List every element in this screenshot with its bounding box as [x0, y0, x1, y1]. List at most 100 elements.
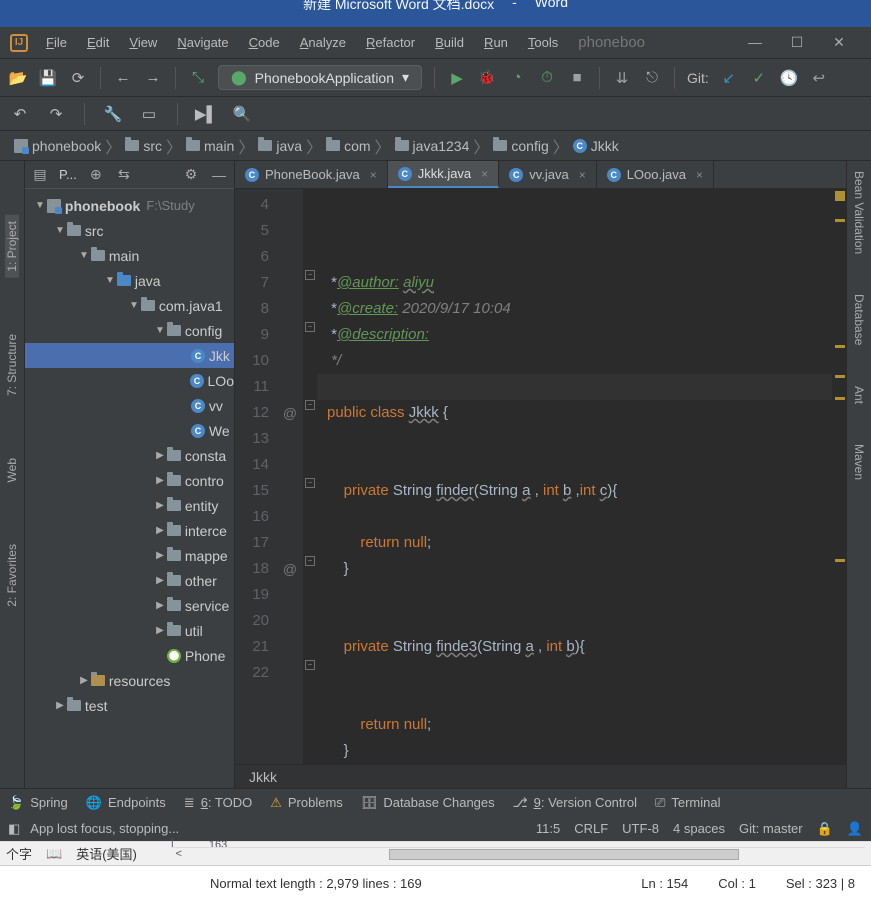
menu-refactor[interactable]: Refactor: [356, 31, 425, 54]
menu-view[interactable]: View: [119, 31, 167, 54]
debug-icon[interactable]: 🐞: [477, 68, 497, 88]
hide-panel-icon[interactable]: —: [210, 167, 228, 183]
word-spellcheck-icon[interactable]: 📖: [46, 846, 62, 862]
tree-LOo[interactable]: C LOo: [25, 368, 234, 393]
tree-We[interactable]: C We: [25, 418, 234, 443]
menu-run[interactable]: Run: [474, 31, 518, 54]
word-wordcount[interactable]: 个字: [6, 844, 32, 863]
indent[interactable]: 4 spaces: [673, 821, 725, 836]
project-dropdown-icon[interactable]: ▤: [31, 166, 49, 183]
tree-util[interactable]: ▶ util: [25, 618, 234, 643]
menu-build[interactable]: Build: [425, 31, 474, 54]
code-editor[interactable]: 45678910111213141516171819202122 @ @ −−−…: [235, 189, 846, 764]
toolwin-databasechanges[interactable]: 🗄Database Changes: [361, 795, 495, 811]
forward-icon[interactable]: →: [143, 68, 163, 88]
maximize-button[interactable]: ☐: [785, 34, 809, 51]
tree-interce[interactable]: ▶ interce: [25, 518, 234, 543]
crumb-java1234[interactable]: java1234: [389, 138, 476, 154]
fold-gutter[interactable]: −−−−−−: [303, 189, 317, 764]
tree-java[interactable]: ▼ java: [25, 268, 234, 293]
project-tree[interactable]: ▼ phonebookF:\Study▼ src▼ main▼ java▼ co…: [25, 189, 234, 788]
git-update-icon[interactable]: ↙: [719, 68, 739, 88]
tree-main[interactable]: ▼ main: [25, 243, 234, 268]
back-icon[interactable]: ←: [113, 68, 133, 88]
minimize-button[interactable]: —: [743, 34, 767, 51]
tab-vv.java[interactable]: Cvv.java×: [499, 161, 597, 188]
open-icon[interactable]: 📂: [8, 68, 28, 88]
line-sep[interactable]: CRLF: [574, 821, 608, 836]
coverage-icon[interactable]: ◔: [507, 68, 527, 88]
wrench-icon[interactable]: 🔧: [103, 104, 123, 124]
tool-maven[interactable]: Maven: [852, 438, 866, 486]
hscroll-left[interactable]: <: [171, 848, 187, 860]
run-icon[interactable]: ▶: [447, 68, 467, 88]
close-tab-icon[interactable]: ×: [370, 168, 377, 182]
save-icon[interactable]: 💾: [38, 68, 58, 88]
tree-vv[interactable]: C vv: [25, 393, 234, 418]
menu-tools[interactable]: Tools: [518, 31, 568, 54]
tree-Phone[interactable]: ⬤ Phone: [25, 643, 234, 668]
tree-service[interactable]: ▶ service: [25, 593, 234, 618]
settings-gear-icon[interactable]: ⚙: [182, 166, 200, 183]
crumb-src[interactable]: src: [119, 138, 168, 154]
profile-icon[interactable]: ⏱: [537, 68, 557, 88]
close-tab-icon[interactable]: ×: [579, 168, 586, 182]
word-language[interactable]: 英语(美国): [76, 844, 137, 863]
hscroll-thumb[interactable]: [389, 849, 739, 860]
tree-mappe[interactable]: ▶ mappe: [25, 543, 234, 568]
tree-other[interactable]: ▶ other: [25, 568, 234, 593]
close-tab-icon[interactable]: ×: [481, 167, 488, 181]
menu-code[interactable]: Code: [239, 31, 290, 54]
tree-root[interactable]: ▼ phonebookF:\Study: [25, 193, 234, 218]
close-tab-icon[interactable]: ×: [696, 168, 703, 182]
tool-project[interactable]: 1: Project: [5, 215, 19, 278]
menu-analyze[interactable]: Analyze: [290, 31, 356, 54]
undo-icon[interactable]: ↶: [10, 104, 30, 124]
menu-edit[interactable]: Edit: [77, 31, 119, 54]
git-branch[interactable]: Git: master: [739, 821, 803, 836]
presentation-icon[interactable]: ▶▌: [196, 104, 216, 124]
stop-icon[interactable]: ■: [567, 68, 587, 88]
toolwin-spring[interactable]: 🍃Spring: [8, 795, 68, 811]
tool-structure[interactable]: 7: Structure: [5, 328, 19, 402]
crumb-phonebook[interactable]: phonebook: [8, 138, 107, 154]
inspector-icon[interactable]: 👤: [847, 821, 863, 837]
menu-file[interactable]: File: [36, 31, 77, 54]
tree-resources[interactable]: ▶ resources: [25, 668, 234, 693]
lock-icon[interactable]: 🔒: [817, 821, 833, 837]
code-content[interactable]: *@author: aliyu *@create: 2020/9/17 10:0…: [317, 189, 846, 764]
toolwin-problems[interactable]: ⚠Problems: [270, 795, 343, 811]
tree-entity[interactable]: ▶ entity: [25, 493, 234, 518]
tool-ant[interactable]: Ant: [852, 380, 866, 410]
editor-breadcrumb[interactable]: Jkkk: [235, 764, 846, 788]
tool-beanvalidation[interactable]: Bean Validation: [852, 165, 866, 260]
refresh-icon[interactable]: ⟳: [68, 68, 88, 88]
toolwin-todo[interactable]: ≣6: TODO: [184, 795, 252, 811]
crumb-Jkkk[interactable]: CJkkk: [567, 138, 625, 154]
crumb-com[interactable]: com: [320, 138, 376, 154]
encoding[interactable]: UTF-8: [622, 821, 659, 836]
close-button[interactable]: ✕: [827, 34, 851, 51]
crumb-main[interactable]: main: [180, 138, 240, 154]
tab-PhoneBook.java[interactable]: CPhoneBook.java×: [235, 161, 388, 188]
toolwin-versioncontrol[interactable]: ⎇9: Version Control: [513, 795, 637, 811]
tab-Jkkk.java[interactable]: CJkkk.java×: [388, 161, 499, 188]
avd-icon[interactable]: ▭: [139, 104, 159, 124]
tree-consta[interactable]: ▶ consta: [25, 443, 234, 468]
tab-LOoo.java[interactable]: CLOoo.java×: [597, 161, 714, 188]
expand-all-icon[interactable]: ⇆: [115, 166, 133, 183]
tree-src[interactable]: ▼ src: [25, 218, 234, 243]
git-rollback-icon[interactable]: ↩: [809, 68, 829, 88]
tree-Jkk[interactable]: C Jkk: [25, 343, 234, 368]
git-commit-icon[interactable]: ✓: [749, 68, 769, 88]
toolwin-endpoints[interactable]: 🌐Endpoints: [86, 795, 166, 811]
update-app-icon[interactable]: ⇊: [612, 68, 632, 88]
git-history-icon[interactable]: 🕓: [779, 68, 799, 88]
tool-web[interactable]: Web: [5, 452, 19, 488]
tool-database[interactable]: Database: [852, 288, 866, 351]
search-icon[interactable]: 🔍: [232, 104, 252, 124]
tree-contro[interactable]: ▶ contro: [25, 468, 234, 493]
menu-navigate[interactable]: Navigate: [167, 31, 238, 54]
caret-pos[interactable]: 11:5: [536, 821, 560, 836]
select-target-icon[interactable]: ⊕: [87, 166, 105, 183]
